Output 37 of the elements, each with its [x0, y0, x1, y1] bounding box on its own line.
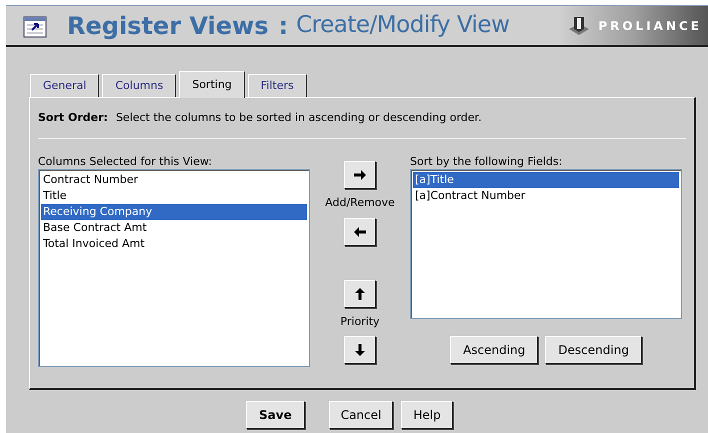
move-up-icon: [353, 286, 367, 300]
tab[interactable]: General: [30, 74, 100, 97]
page-title: Register Views: [67, 10, 269, 42]
columns-list[interactable]: Contract Number Title Receiving Company Base Contract Amt Total Invoiced Amt: [38, 169, 310, 367]
tab[interactable]: Filters: [248, 74, 307, 97]
list-item[interactable]: Contract Number: [41, 172, 307, 188]
list-item[interactable]: Receiving Company: [41, 204, 307, 220]
title-separator: :: [278, 10, 288, 42]
move-down-button[interactable]: [344, 336, 376, 364]
list-item[interactable]: [a]Title: [413, 172, 679, 188]
add-button[interactable]: [344, 161, 376, 189]
form-icon: [23, 14, 49, 38]
sort-fields-label: Sort by the following Fields:: [410, 155, 564, 168]
remove-button[interactable]: [344, 218, 376, 246]
sort-order-label: Sort Order:: [38, 110, 108, 126]
sort-fields-list[interactable]: [a]Title [a]Contract Number: [410, 169, 682, 319]
page-subtitle: Create/Modify View: [296, 11, 510, 40]
footer-button[interactable]: Save: [246, 401, 305, 429]
remove-icon: [353, 224, 367, 238]
footer-button[interactable]: Help: [401, 401, 453, 429]
list-item[interactable]: Base Contract Amt: [41, 220, 307, 236]
tab[interactable]: Sorting: [179, 71, 245, 98]
footer-button[interactable]: Cancel: [328, 401, 394, 429]
move-up-button[interactable]: [344, 280, 376, 308]
sort-direction-button[interactable]: Ascending: [450, 336, 538, 364]
priority-label: Priority: [340, 314, 380, 330]
sort-direction-button[interactable]: Descending: [545, 336, 642, 364]
move-down-icon: [353, 343, 367, 357]
tab[interactable]: Columns: [102, 74, 176, 97]
list-item[interactable]: Total Invoiced Amt: [41, 236, 307, 252]
instruction-text: Select the columns to be sorted in ascending or descending order.: [116, 110, 482, 126]
columns-label: Columns Selected for this View:: [38, 155, 213, 168]
list-item[interactable]: [a]Contract Number: [413, 188, 679, 204]
list-item[interactable]: Title: [41, 188, 307, 204]
add-remove-label: Add/Remove: [325, 195, 395, 211]
brand-logo: PROLIANCE: [598, 18, 702, 34]
add-icon: [353, 168, 367, 182]
